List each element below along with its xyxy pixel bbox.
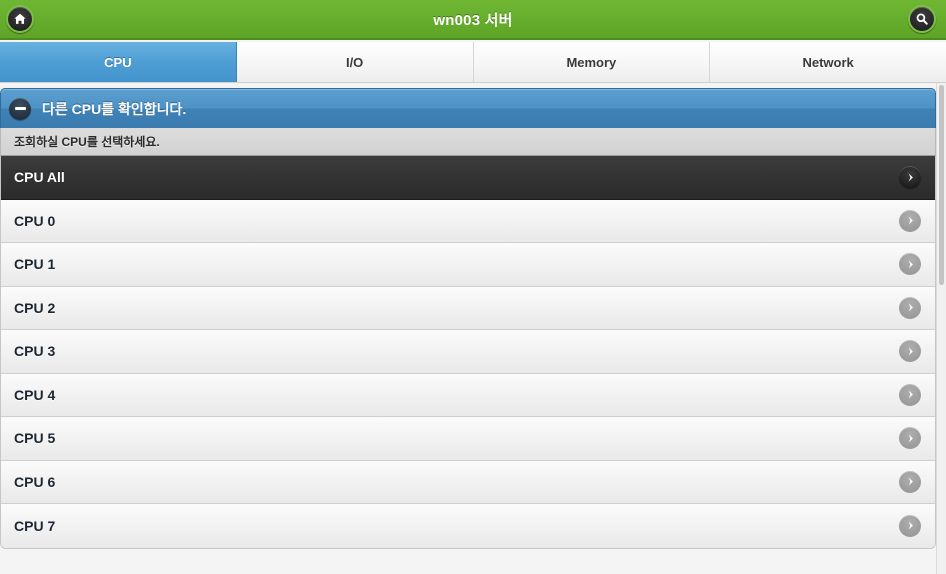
tab-bar: CPU I/O Memory Network	[0, 42, 946, 83]
tab-cpu[interactable]: CPU	[0, 42, 237, 82]
chevron-right-icon	[899, 514, 921, 537]
list-item-cpu-7[interactable]: CPU 7	[1, 504, 935, 548]
chevron-right-icon	[899, 340, 921, 363]
chevron-right-icon	[899, 209, 921, 232]
panel-subtitle: 조회하실 CPU를 선택하세요.	[14, 135, 160, 149]
panel-header[interactable]: 다른 CPU를 확인합니다.	[0, 88, 936, 128]
tab-network[interactable]: Network	[710, 42, 946, 82]
list-item-cpu-3[interactable]: CPU 3	[1, 330, 935, 374]
content-area: 다른 CPU를 확인합니다. 조회하실 CPU를 선택하세요. CPU All …	[0, 83, 946, 574]
app-root: wn003 서버 CPU I/O Memory Network 다른 CPU를 …	[0, 0, 946, 574]
vertical-scrollbar[interactable]	[936, 83, 946, 574]
home-button[interactable]	[6, 5, 34, 33]
list-item-cpu-1[interactable]: CPU 1	[1, 243, 935, 287]
list-item-label: CPU 2	[14, 299, 56, 316]
chevron-right-icon	[899, 427, 921, 450]
list-item-cpu-2[interactable]: CPU 2	[1, 286, 935, 330]
title-bar: wn003 서버	[0, 0, 946, 40]
scrollbar-thumb[interactable]	[939, 85, 944, 285]
list-item-cpu-6[interactable]: CPU 6	[1, 460, 935, 504]
home-icon	[13, 12, 27, 26]
list-item-cpu-5[interactable]: CPU 5	[1, 417, 935, 461]
list-item-label: CPU 7	[14, 517, 56, 534]
chevron-right-icon	[899, 253, 921, 276]
list-item-label: CPU 5	[14, 430, 56, 447]
page-title: wn003 서버	[433, 11, 513, 29]
list-item-label: CPU 6	[14, 473, 56, 490]
tab-network-label: Network	[802, 54, 854, 70]
minus-circle-icon[interactable]	[9, 97, 31, 120]
list-item-cpu-4[interactable]: CPU 4	[1, 373, 935, 417]
search-icon	[915, 12, 929, 26]
panel-subtitle-bar: 조회하실 CPU를 선택하세요.	[0, 128, 936, 156]
chevron-right-icon	[899, 383, 921, 406]
tab-memory-label: Memory	[566, 54, 617, 70]
list-item-cpu-all[interactable]: CPU All	[1, 156, 935, 200]
search-button[interactable]	[908, 5, 936, 33]
list-item-label: CPU 1	[14, 256, 56, 273]
list-item-label: CPU All	[14, 169, 65, 186]
tab-memory[interactable]: Memory	[473, 42, 711, 82]
tab-io-label: I/O	[345, 54, 364, 70]
panel-header-title: 다른 CPU를 확인합니다.	[42, 100, 187, 117]
chevron-right-icon	[899, 166, 921, 189]
cpu-list: CPU All CPU 0 CPU 1 CPU 2 CPU 3 CPU 4 CP…	[0, 156, 936, 549]
chevron-right-icon	[899, 470, 921, 493]
list-item-label: CPU 3	[14, 343, 56, 360]
chevron-right-icon	[899, 296, 921, 319]
tab-cpu-label: CPU	[104, 54, 132, 70]
list-item-label: CPU 0	[14, 212, 56, 229]
list-item-cpu-0[interactable]: CPU 0	[1, 199, 935, 243]
list-item-label: CPU 4	[14, 386, 56, 403]
tab-io[interactable]: I/O	[236, 42, 474, 82]
